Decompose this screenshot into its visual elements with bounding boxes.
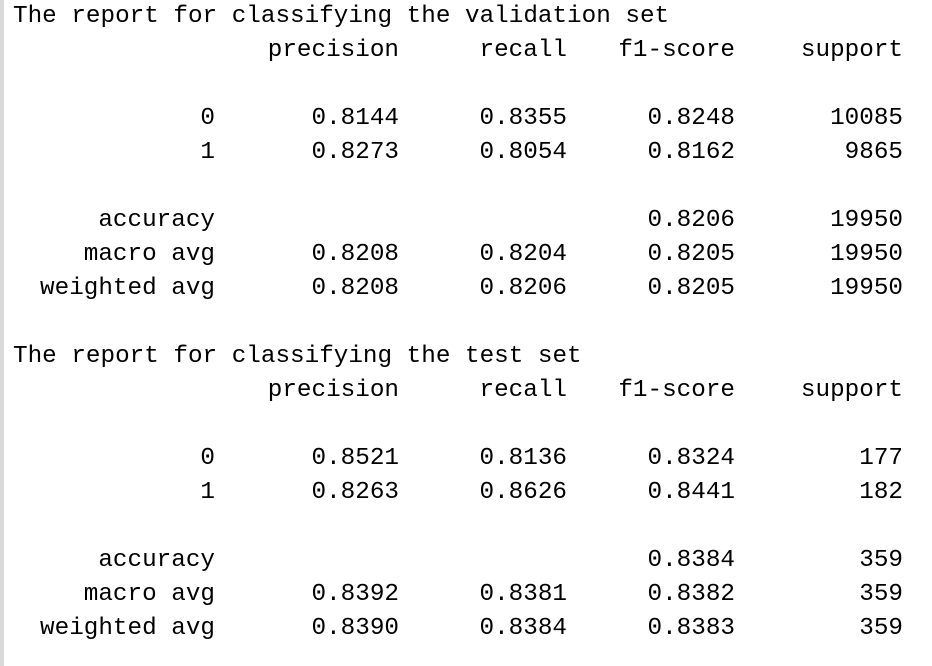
weighted-avg-row: weighted avg 0.8208 0.8206 0.8205 19950 bbox=[13, 272, 928, 306]
recall-value: 0.8136 bbox=[479, 445, 567, 472]
f1-value: 0.8383 bbox=[647, 615, 735, 642]
recall-value: 0.8204 bbox=[479, 241, 567, 268]
col-recall: recall bbox=[479, 37, 567, 64]
report-heading: The report for classifying the test set bbox=[13, 340, 928, 374]
f1-value: 0.8206 bbox=[647, 207, 735, 234]
row-label: macro avg bbox=[83, 581, 215, 608]
f1-value: 0.8248 bbox=[647, 105, 735, 132]
recall-value: 0.8626 bbox=[479, 479, 567, 506]
notebook-output: The report for classifying the validatio… bbox=[13, 0, 928, 646]
report-heading: The report for classifying the validatio… bbox=[13, 0, 928, 34]
class-row: 1 0.8273 0.8054 0.8162 9865 bbox=[13, 136, 928, 170]
col-precision: precision bbox=[267, 377, 399, 404]
report-title: The report for classifying the test set bbox=[13, 343, 582, 370]
col-precision: precision bbox=[267, 37, 399, 64]
output-gutter bbox=[0, 0, 4, 666]
row-label: weighted avg bbox=[40, 275, 215, 302]
weighted-avg-row: weighted avg 0.8390 0.8384 0.8383 359 bbox=[13, 612, 928, 646]
row-label: 0 bbox=[200, 105, 215, 132]
f1-value: 0.8384 bbox=[647, 547, 735, 574]
f1-value: 0.8205 bbox=[647, 241, 735, 268]
col-recall: recall bbox=[479, 377, 567, 404]
precision-value: 0.8208 bbox=[311, 241, 399, 268]
f1-value: 0.8382 bbox=[647, 581, 735, 608]
class-row: 0 0.8521 0.8136 0.8324 177 bbox=[13, 442, 928, 476]
f1-value: 0.8324 bbox=[647, 445, 735, 472]
col-support: support bbox=[800, 377, 903, 404]
support-value: 10085 bbox=[830, 105, 903, 132]
recall-value: 0.8384 bbox=[479, 615, 567, 642]
row-label: 0 bbox=[200, 445, 215, 472]
support-value: 182 bbox=[859, 479, 903, 506]
support-value: 177 bbox=[859, 445, 903, 472]
support-value: 19950 bbox=[830, 241, 903, 268]
support-value: 359 bbox=[859, 547, 903, 574]
row-label: accuracy bbox=[98, 207, 215, 234]
f1-value: 0.8162 bbox=[647, 139, 735, 166]
support-value: 9865 bbox=[844, 139, 903, 166]
column-header-row: precision recall f1-score support bbox=[13, 374, 928, 408]
class-row: 0 0.8144 0.8355 0.8248 10085 bbox=[13, 102, 928, 136]
row-label: accuracy bbox=[98, 547, 215, 574]
col-support: support bbox=[800, 37, 903, 64]
support-value: 359 bbox=[859, 615, 903, 642]
class-row: 1 0.8263 0.8626 0.8441 182 bbox=[13, 476, 928, 510]
precision-value: 0.8392 bbox=[311, 581, 399, 608]
accuracy-row: accuracy 0.8384 359 bbox=[13, 544, 928, 578]
precision-value: 0.8273 bbox=[311, 139, 399, 166]
f1-value: 0.8441 bbox=[647, 479, 735, 506]
macro-avg-row: macro avg 0.8208 0.8204 0.8205 19950 bbox=[13, 238, 928, 272]
precision-value: 0.8208 bbox=[311, 275, 399, 302]
recall-value: 0.8381 bbox=[479, 581, 567, 608]
support-value: 359 bbox=[859, 581, 903, 608]
row-label: 1 bbox=[200, 139, 215, 166]
recall-value: 0.8054 bbox=[479, 139, 567, 166]
support-value: 19950 bbox=[830, 275, 903, 302]
column-header-row: precision recall f1-score support bbox=[13, 34, 928, 68]
recall-value: 0.8206 bbox=[479, 275, 567, 302]
f1-value: 0.8205 bbox=[647, 275, 735, 302]
col-f1-score: f1-score bbox=[618, 37, 735, 64]
row-label: macro avg bbox=[83, 241, 215, 268]
precision-value: 0.8390 bbox=[311, 615, 399, 642]
precision-value: 0.8263 bbox=[311, 479, 399, 506]
accuracy-row: accuracy 0.8206 19950 bbox=[13, 204, 928, 238]
precision-value: 0.8521 bbox=[311, 445, 399, 472]
row-label: 1 bbox=[200, 479, 215, 506]
report-title: The report for classifying the validatio… bbox=[13, 3, 670, 30]
recall-value: 0.8355 bbox=[479, 105, 567, 132]
support-value: 19950 bbox=[830, 207, 903, 234]
macro-avg-row: macro avg 0.8392 0.8381 0.8382 359 bbox=[13, 578, 928, 612]
row-label: weighted avg bbox=[40, 615, 215, 642]
col-f1-score: f1-score bbox=[618, 377, 735, 404]
precision-value: 0.8144 bbox=[311, 105, 399, 132]
